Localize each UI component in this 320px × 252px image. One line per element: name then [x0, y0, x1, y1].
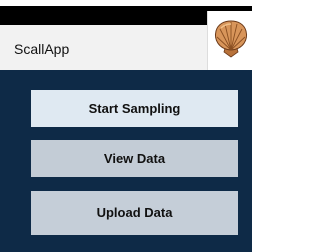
upload-data-button[interactable]: Upload Data — [31, 191, 238, 235]
app-logo — [207, 11, 253, 70]
scallop-shell-icon — [215, 20, 247, 58]
start-sampling-button[interactable]: Start Sampling — [31, 90, 238, 127]
app-title: ScallApp — [14, 41, 70, 57]
main-panel: Start Sampling View Data Upload Data — [0, 70, 252, 252]
view-data-button[interactable]: View Data — [31, 140, 238, 177]
